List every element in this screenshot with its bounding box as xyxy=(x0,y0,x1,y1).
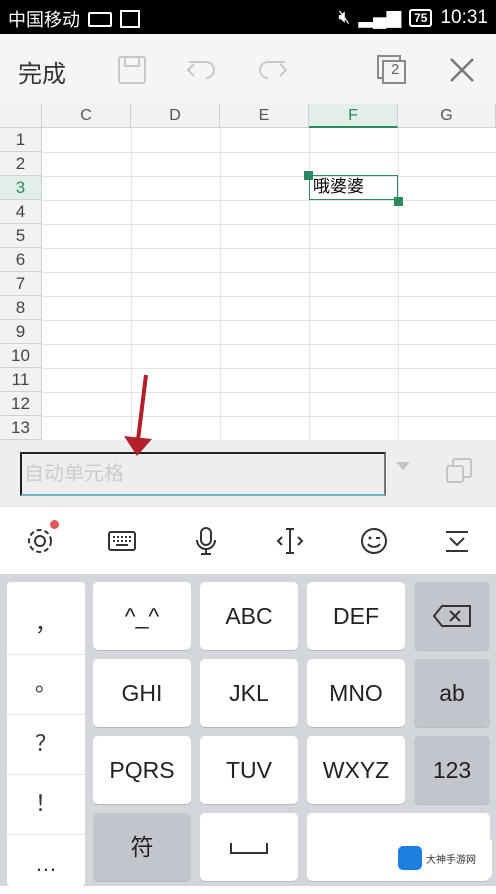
spreadsheet-grid[interactable]: C D E F G 1 2 3 4 5 6 7 8 9 10 11 12 13 xyxy=(0,104,496,440)
row-header[interactable]: 10 xyxy=(0,344,42,368)
watermark-logo xyxy=(398,846,422,870)
key-tuv[interactable]: TUV xyxy=(200,736,298,804)
row-header[interactable]: 3 xyxy=(0,176,42,200)
settings-gear-icon[interactable] xyxy=(23,524,57,558)
grid-line xyxy=(42,368,496,369)
row-header[interactable]: 7 xyxy=(0,272,42,296)
column-header-e[interactable]: E xyxy=(220,104,309,128)
row-header[interactable]: 1 xyxy=(0,128,42,152)
ime-toolbar xyxy=(0,506,496,575)
microphone-icon[interactable] xyxy=(189,524,223,558)
expand-input-icon[interactable] xyxy=(444,456,474,486)
corner-header[interactable] xyxy=(0,104,42,128)
sheets-icon[interactable]: 2 xyxy=(374,52,410,88)
done-button[interactable]: 完成 xyxy=(18,54,66,89)
key-abc[interactable]: ABC xyxy=(200,582,298,650)
save-icon[interactable] xyxy=(114,52,150,88)
row-header[interactable]: 12 xyxy=(0,392,42,416)
editor-toolbar: 完成 2 xyxy=(0,34,496,104)
backspace-key[interactable] xyxy=(414,582,490,650)
grid-line xyxy=(131,128,132,440)
keyboard-status-icon xyxy=(88,11,112,27)
grid-line xyxy=(42,392,496,393)
clock: 10:31 xyxy=(440,6,488,28)
grid-line xyxy=(42,272,496,273)
watermark: 大神手游网 xyxy=(394,838,492,878)
key-space[interactable] xyxy=(200,813,298,881)
key-mno[interactable]: MNO xyxy=(307,659,405,727)
row-header[interactable]: 13 xyxy=(0,416,42,440)
selected-cell-f3[interactable]: 哦婆婆 xyxy=(309,175,398,200)
row-header[interactable]: 11 xyxy=(0,368,42,392)
punctuation-key[interactable]: … xyxy=(7,834,85,894)
key-lowercase-toggle[interactable]: ab xyxy=(414,659,490,727)
cursor-move-icon[interactable] xyxy=(273,524,307,558)
punctuation-column: ， 。 ？ ！ … xyxy=(7,582,85,886)
dropdown-icon[interactable] xyxy=(396,462,410,470)
key-jkl[interactable]: JKL xyxy=(200,659,298,727)
key-wxyz[interactable]: WXYZ xyxy=(307,736,405,804)
column-header-g[interactable]: G xyxy=(398,104,496,128)
row-header[interactable]: 5 xyxy=(0,224,42,248)
cell-input-bar xyxy=(0,440,496,506)
grid-line xyxy=(42,224,496,225)
mute-icon: 🔇︎ xyxy=(338,6,351,28)
grid-line xyxy=(220,128,221,440)
sheet-count: 2 xyxy=(391,61,400,78)
battery-icon: 75 xyxy=(409,8,433,27)
grid-line xyxy=(42,416,496,417)
watermark-text: 大神手游网 xyxy=(426,854,476,866)
column-header-c[interactable]: C xyxy=(42,104,131,128)
cell-input-field[interactable] xyxy=(20,452,386,496)
grid-line xyxy=(42,176,496,177)
undo-icon[interactable] xyxy=(184,52,220,88)
notification-dot xyxy=(50,520,59,529)
emoji-icon[interactable] xyxy=(357,524,391,558)
carrier-label: 中国移动 xyxy=(8,10,80,30)
grid-line xyxy=(42,296,496,297)
key-pqrs[interactable]: PQRS xyxy=(93,736,191,804)
selection-handle-top-left[interactable] xyxy=(304,171,313,180)
key-numbers[interactable]: 123 xyxy=(414,736,490,804)
grid-line xyxy=(398,128,399,440)
keyboard-icon[interactable] xyxy=(105,524,139,558)
punctuation-key[interactable]: ！ xyxy=(7,774,85,835)
grid-line xyxy=(42,344,496,345)
image-notification-icon xyxy=(120,10,140,28)
column-header-f[interactable]: F xyxy=(309,104,398,128)
space-icon xyxy=(230,843,268,855)
row-header[interactable]: 6 xyxy=(0,248,42,272)
key-symbols[interactable]: 符 xyxy=(93,813,191,881)
grid-line xyxy=(42,320,496,321)
redo-icon[interactable] xyxy=(254,52,290,88)
key-emoticon[interactable]: ^_^ xyxy=(93,582,191,650)
close-icon[interactable] xyxy=(444,52,480,88)
row-header[interactable]: 9 xyxy=(0,320,42,344)
collapse-keyboard-icon[interactable] xyxy=(440,524,474,558)
signal-icon: ▂▄▆ xyxy=(358,7,402,28)
selection-handle-bottom-right[interactable] xyxy=(394,197,403,206)
key-def[interactable]: DEF xyxy=(307,582,405,650)
backspace-icon xyxy=(432,605,471,627)
punctuation-key[interactable]: ， xyxy=(7,594,85,655)
punctuation-key[interactable]: ？ xyxy=(7,714,85,775)
key-ghi[interactable]: GHI xyxy=(93,659,191,727)
row-header[interactable]: 2 xyxy=(0,152,42,176)
grid-line xyxy=(42,152,496,153)
status-bar: 中国移动 🔇︎ ▂▄▆ 75 10:31 xyxy=(0,0,496,34)
row-header[interactable]: 8 xyxy=(0,296,42,320)
grid-line xyxy=(42,248,496,249)
column-header-d[interactable]: D xyxy=(131,104,220,128)
punctuation-key[interactable]: 。 xyxy=(7,654,85,715)
grid-line xyxy=(42,200,496,201)
row-header[interactable]: 4 xyxy=(0,200,42,224)
